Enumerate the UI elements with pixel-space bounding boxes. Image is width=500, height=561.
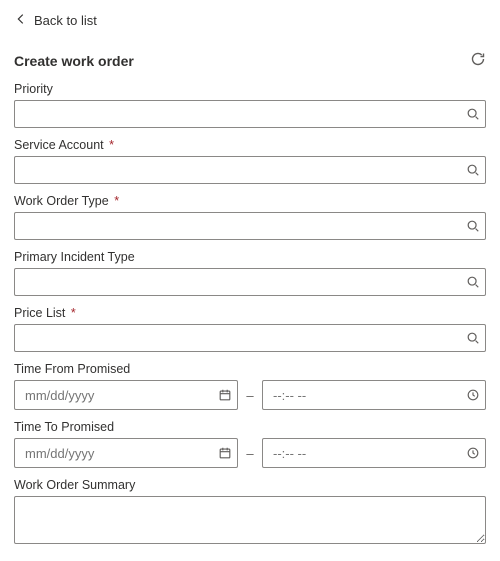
field-incident-type: Primary Incident Type bbox=[14, 250, 486, 296]
summary-label: Work Order Summary bbox=[14, 478, 486, 492]
wo-type-input[interactable] bbox=[14, 212, 486, 240]
price-list-label-text: Price List bbox=[14, 306, 65, 320]
time-to-date-input[interactable] bbox=[14, 438, 238, 468]
priority-input[interactable] bbox=[14, 100, 486, 128]
range-dash: – bbox=[246, 388, 254, 403]
back-label: Back to list bbox=[34, 13, 97, 28]
wo-type-label: Work Order Type * bbox=[14, 194, 486, 208]
priority-label: Priority bbox=[14, 82, 486, 96]
time-to-time-input[interactable] bbox=[262, 438, 486, 468]
time-from-label-text: Time From Promised bbox=[14, 362, 130, 376]
price-list-label: Price List * bbox=[14, 306, 486, 320]
arrow-left-icon bbox=[14, 12, 28, 29]
summary-textarea[interactable] bbox=[14, 496, 486, 544]
field-price-list: Price List * bbox=[14, 306, 486, 352]
wo-type-label-text: Work Order Type bbox=[14, 194, 109, 208]
required-marker: * bbox=[109, 138, 114, 152]
incident-type-input[interactable] bbox=[14, 268, 486, 296]
field-summary: Work Order Summary bbox=[14, 478, 486, 547]
priority-label-text: Priority bbox=[14, 82, 53, 96]
required-marker: * bbox=[114, 194, 119, 208]
service-account-label-text: Service Account bbox=[14, 138, 104, 152]
service-account-label: Service Account * bbox=[14, 138, 486, 152]
field-time-from: Time From Promised – bbox=[14, 362, 486, 410]
field-priority: Priority bbox=[14, 82, 486, 128]
page-title: Create work order bbox=[14, 53, 134, 69]
required-marker: * bbox=[71, 306, 76, 320]
service-account-input[interactable] bbox=[14, 156, 486, 184]
field-wo-type: Work Order Type * bbox=[14, 194, 486, 240]
range-dash: – bbox=[246, 446, 254, 461]
field-service-account: Service Account * bbox=[14, 138, 486, 184]
time-from-time-input[interactable] bbox=[262, 380, 486, 410]
refresh-button[interactable] bbox=[470, 51, 486, 70]
time-from-label: Time From Promised bbox=[14, 362, 486, 376]
refresh-icon bbox=[470, 51, 486, 70]
create-work-order-form: Back to list Create work order Priority … bbox=[0, 0, 500, 561]
price-list-input[interactable] bbox=[14, 324, 486, 352]
time-to-label: Time To Promised bbox=[14, 420, 486, 434]
summary-label-text: Work Order Summary bbox=[14, 478, 135, 492]
incident-type-label-text: Primary Incident Type bbox=[14, 250, 135, 264]
time-from-date-input[interactable] bbox=[14, 380, 238, 410]
back-to-list-link[interactable]: Back to list bbox=[14, 10, 97, 31]
incident-type-label: Primary Incident Type bbox=[14, 250, 486, 264]
time-to-label-text: Time To Promised bbox=[14, 420, 114, 434]
field-time-to: Time To Promised – bbox=[14, 420, 486, 468]
